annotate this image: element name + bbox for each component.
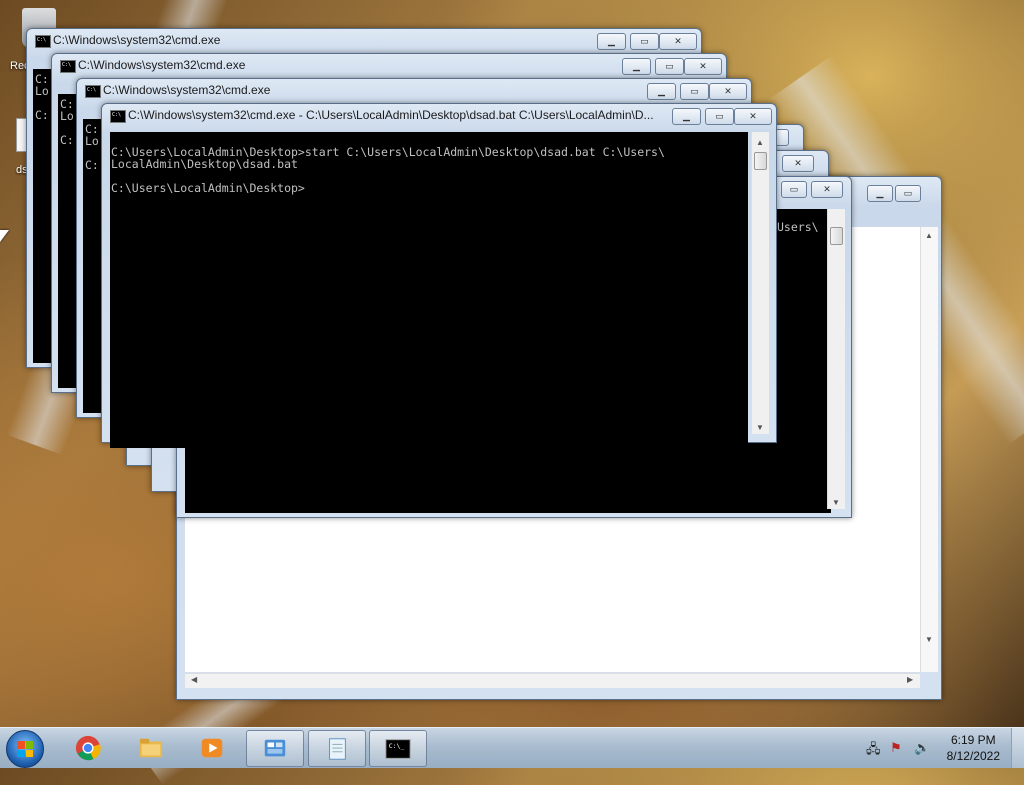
windows-logo-icon	[17, 741, 33, 757]
vertical-scrollbar[interactable]: ▲ ▼	[751, 132, 769, 434]
scroll-left-icon[interactable]: ◀	[191, 675, 197, 684]
scroll-down-icon[interactable]: ▼	[925, 635, 933, 644]
media-player-icon	[201, 738, 223, 758]
chrome-icon	[75, 735, 101, 761]
taskbar-cmd[interactable]: C:\_	[369, 730, 427, 767]
notepad-icon	[329, 738, 346, 760]
cmd-window-active[interactable]: C:\Windows\system32\cmd.exe - C:\Users\L…	[101, 103, 777, 448]
scroll-thumb[interactable]	[830, 227, 843, 245]
close-button[interactable]: ✕	[709, 83, 747, 100]
window-title: C:\Windows\system32\cmd.exe	[103, 83, 271, 97]
close-button[interactable]: ✕	[659, 33, 697, 50]
cmd-app-icon	[60, 60, 76, 73]
minimize-button[interactable]: ▁	[597, 33, 626, 50]
clock-time: 6:19 PM	[950, 733, 996, 747]
control-panel-icon	[264, 739, 286, 757]
maximize-button[interactable]: ▭	[705, 108, 734, 125]
scroll-down-icon[interactable]: ▼	[756, 423, 764, 432]
svg-text:C:\_: C:\_	[389, 742, 405, 750]
maximize-button[interactable]: ▭	[680, 83, 709, 100]
console-text-fragment: Users\	[777, 220, 819, 234]
taskbar-media-player[interactable]	[184, 730, 240, 765]
minimize-button[interactable]: ▁	[672, 108, 701, 125]
taskbar: C:\_ 🖧 ⚑ 🔊 6:19 PM 8/12/2022	[0, 727, 1024, 768]
cmd-app-icon	[85, 85, 101, 98]
mouse-cursor-icon	[0, 230, 9, 242]
clock-date: 8/12/2022	[946, 749, 1000, 763]
start-button[interactable]	[6, 730, 44, 768]
minimize-button[interactable]: ▁	[867, 185, 893, 202]
close-button[interactable]: ✕	[684, 58, 722, 75]
scroll-down-icon[interactable]: ▼	[832, 498, 840, 507]
taskbar-chrome[interactable]	[60, 730, 116, 765]
show-desktop-button[interactable]	[1011, 728, 1024, 768]
volume-icon[interactable]: 🔊	[914, 740, 930, 756]
maximize-button[interactable]: ▭	[895, 185, 921, 202]
taskbar-file-explorer[interactable]	[123, 730, 179, 765]
maximize-button[interactable]: ▭	[781, 181, 807, 198]
window-title: C:\Windows\system32\cmd.exe	[53, 33, 221, 47]
system-clock[interactable]: 6:19 PM 8/12/2022	[947, 732, 1000, 764]
horizontal-scrollbar[interactable]: ◀ ▶	[185, 673, 920, 688]
network-icon[interactable]: 🖧	[866, 740, 881, 762]
minimize-button[interactable]: ▁	[622, 58, 651, 75]
cmd-app-icon	[110, 110, 126, 123]
maximize-button[interactable]: ▭	[630, 33, 659, 50]
file-explorer-icon	[139, 738, 163, 758]
window-title: C:\Windows\system32\cmd.exe	[78, 58, 246, 72]
window-title: C:\Windows\system32\cmd.exe - C:\Users\L…	[128, 108, 654, 122]
close-button[interactable]: ✕	[811, 181, 843, 198]
taskbar-control-panel[interactable]	[246, 730, 304, 767]
action-center-flag-icon[interactable]: ⚑	[890, 740, 902, 756]
close-button[interactable]: ✕	[734, 108, 772, 125]
scroll-up-icon[interactable]: ▲	[756, 138, 764, 147]
console-output[interactable]: C:\Users\LocalAdmin\Desktop>start C:\Use…	[110, 132, 748, 448]
cmd-icon: C:\_	[385, 739, 411, 759]
cmd-app-icon	[35, 35, 51, 48]
maximize-button[interactable]: ▭	[655, 58, 684, 75]
vertical-scrollbar[interactable]: ▼	[827, 209, 845, 509]
close-button[interactable]: ✕	[782, 155, 814, 172]
vertical-scrollbar[interactable]: ▲ ▼	[920, 227, 938, 672]
scroll-right-icon[interactable]: ▶	[907, 675, 913, 684]
scroll-up-icon[interactable]: ▲	[925, 231, 933, 240]
minimize-button[interactable]: ▁	[647, 83, 676, 100]
scroll-thumb[interactable]	[754, 152, 767, 170]
taskbar-notepad[interactable]	[308, 730, 366, 767]
